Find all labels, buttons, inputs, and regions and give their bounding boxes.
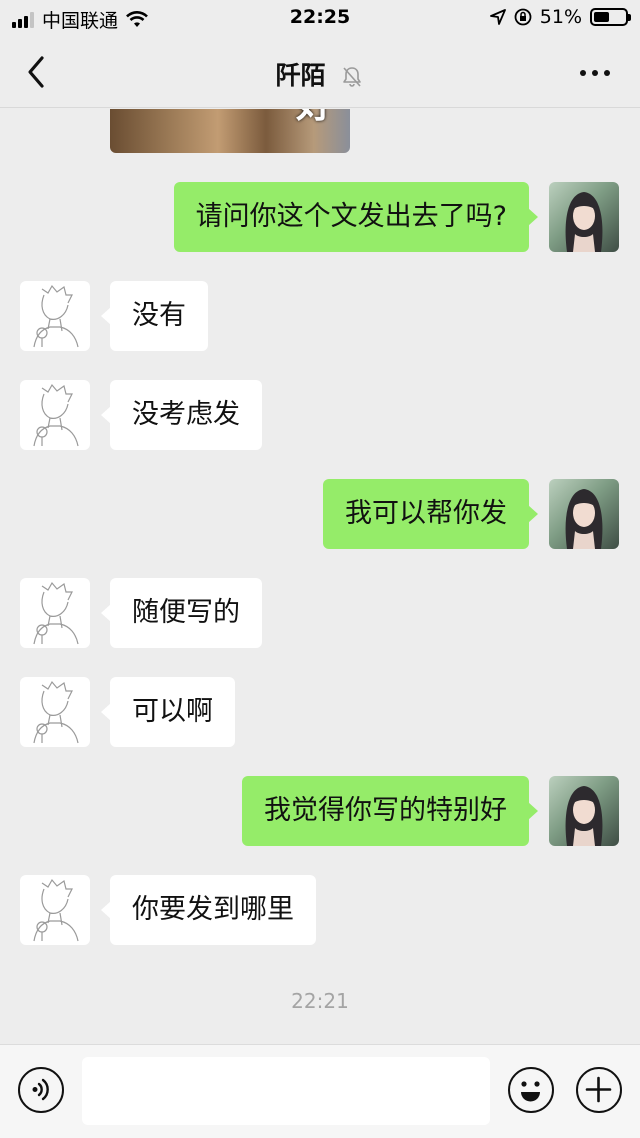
message-bubble-sent[interactable]: 我觉得你写的特别好 bbox=[242, 776, 538, 846]
message-timestamp: 22:21 bbox=[291, 989, 349, 1013]
emoji-icon[interactable] bbox=[508, 1067, 554, 1113]
more-icon[interactable] bbox=[580, 70, 610, 76]
message-bubble-received[interactable]: 可以啊 bbox=[101, 677, 235, 747]
orientation-lock-icon bbox=[514, 8, 532, 26]
message-row: 我觉得你写的特别好 bbox=[0, 776, 640, 846]
message-row: 请问你这个文发出去了吗? bbox=[0, 182, 640, 252]
chat-title[interactable]: 阡陌 bbox=[276, 61, 326, 90]
message-bubble-received[interactable]: 你要发到哪里 bbox=[101, 875, 316, 945]
my-avatar[interactable] bbox=[549, 182, 619, 252]
status-bar: 中国联通 22:25 51% bbox=[0, 0, 640, 36]
sketch-boy-icon bbox=[33, 581, 79, 645]
voice-icon[interactable] bbox=[18, 1067, 64, 1113]
my-avatar[interactable] bbox=[549, 776, 619, 846]
title-wrap: 阡陌 bbox=[0, 56, 640, 92]
message-row: 随便写的 bbox=[0, 578, 640, 648]
message-row: 可以啊 bbox=[0, 677, 640, 747]
my-avatar[interactable] bbox=[549, 479, 619, 549]
contact-avatar[interactable] bbox=[20, 677, 90, 747]
sketch-boy-icon bbox=[33, 383, 79, 447]
plus-icon[interactable] bbox=[576, 1067, 622, 1113]
message-input[interactable] bbox=[82, 1057, 490, 1125]
message-row: 我可以帮你发 bbox=[0, 479, 640, 549]
input-bar bbox=[0, 1044, 640, 1138]
chat-header: 阡陌 bbox=[0, 36, 640, 108]
contact-avatar[interactable] bbox=[20, 578, 90, 648]
battery-level bbox=[594, 12, 610, 22]
contact-avatar[interactable] bbox=[20, 875, 90, 945]
message-bubble-received[interactable]: 没考虑发 bbox=[101, 380, 262, 450]
girl-portrait-icon bbox=[565, 192, 603, 252]
girl-portrait-icon bbox=[565, 489, 603, 549]
battery-percent: 51% bbox=[539, 6, 582, 28]
sticker-image[interactable]: 好 bbox=[110, 109, 350, 153]
message-row: 你要发到哪里 bbox=[0, 875, 640, 945]
message-bubble-received[interactable]: 没有 bbox=[101, 281, 208, 351]
mute-icon bbox=[343, 67, 362, 87]
contact-avatar[interactable] bbox=[20, 380, 90, 450]
sketch-boy-icon bbox=[33, 680, 79, 744]
girl-portrait-icon bbox=[565, 786, 603, 846]
status-right: 51% bbox=[489, 6, 631, 28]
message-row: 没有 bbox=[0, 281, 640, 351]
contact-avatar[interactable] bbox=[20, 281, 90, 351]
message-row: 没考虑发 bbox=[0, 380, 640, 450]
message-bubble-sent[interactable]: 我可以帮你发 bbox=[323, 479, 538, 549]
battery-icon bbox=[590, 8, 631, 26]
chat-area[interactable]: 好 请问你这个文发出去了吗? 没有 bbox=[0, 109, 640, 1044]
message-bubble-sent[interactable]: 请问你这个文发出去了吗? bbox=[173, 182, 539, 252]
sketch-boy-icon bbox=[33, 878, 79, 942]
location-icon bbox=[489, 9, 506, 25]
message-bubble-received[interactable]: 随便写的 bbox=[101, 578, 262, 648]
sketch-boy-icon bbox=[33, 284, 79, 348]
sticker-text: 好 bbox=[296, 109, 334, 128]
